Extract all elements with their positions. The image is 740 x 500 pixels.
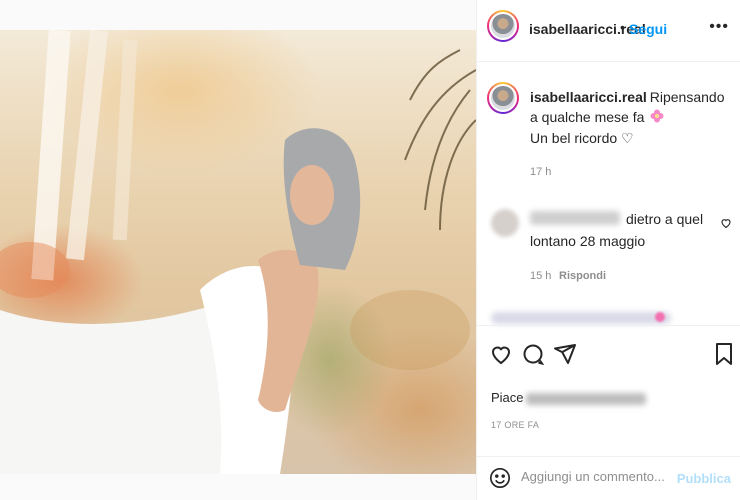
add-comment-bar: Pubblica [477, 456, 740, 500]
emoji-icon[interactable] [489, 467, 511, 494]
comment-icon[interactable] [521, 342, 547, 368]
post-header: isabellaaricci.real • Segui ••• [477, 0, 740, 62]
publish-button[interactable]: Pubblica [677, 471, 731, 486]
action-bar [477, 325, 740, 385]
commenter-avatar[interactable] [491, 209, 519, 237]
separator-dot: • [620, 19, 625, 35]
comment-timestamp[interactable]: 15 h [530, 270, 551, 282]
likes-summary[interactable]: Piace [491, 390, 646, 405]
more-options-icon[interactable]: ••• [709, 18, 729, 36]
caption-username[interactable]: isabellaaricci.real [530, 89, 647, 105]
photo-illustration [0, 30, 476, 474]
comment-text: dietro a quel lontano 28 maggio [530, 211, 704, 249]
author-avatar[interactable] [487, 10, 519, 42]
likes-names-blurred[interactable] [525, 392, 646, 405]
post-media-pane [0, 0, 476, 500]
caption-timestamp[interactable]: 17 h [530, 166, 551, 178]
likes-prefix: Piace [491, 390, 524, 405]
caption-avatar[interactable] [487, 82, 519, 114]
heart-icon[interactable] [489, 342, 515, 368]
post-sidebar: isabellaaricci.real • Segui ••• isabella… [476, 0, 740, 500]
post-photo[interactable] [0, 30, 476, 474]
comment-text-block: dietro a quel lontano 28 maggio [530, 208, 720, 252]
post-caption: isabellaaricci.real Ripensando a qualche … [530, 87, 730, 148]
add-comment-input[interactable] [521, 469, 681, 484]
next-comment-blurred [491, 312, 671, 324]
bookmark-icon[interactable] [713, 342, 739, 368]
flower-emoji-blurred-icon [655, 312, 665, 322]
post-time-ago[interactable]: 17 ORE FA [491, 420, 539, 430]
reply-button[interactable]: Rispondi [559, 270, 606, 282]
flower-emoji-icon [650, 108, 664, 128]
share-icon[interactable] [553, 342, 579, 368]
caption-text-line2: Un bel ricordo ♡ [530, 130, 634, 147]
follow-button[interactable]: Segui [629, 21, 667, 37]
comment-like-icon[interactable] [720, 216, 732, 234]
